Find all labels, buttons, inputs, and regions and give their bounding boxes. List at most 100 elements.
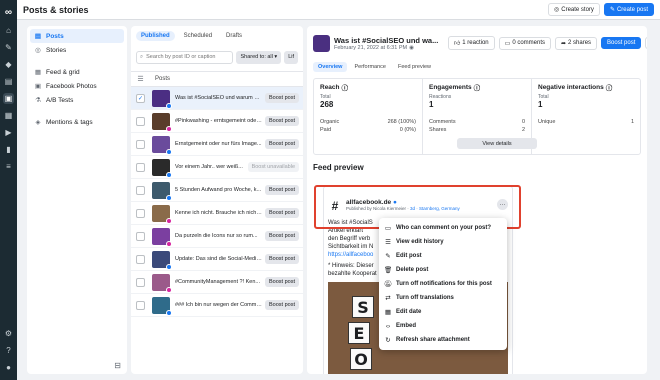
comments-button[interactable]: ▭ 0 comments xyxy=(498,36,551,50)
trash-icon: 🗑︎ xyxy=(384,267,393,274)
row-checkbox[interactable] xyxy=(136,116,145,126)
calendar-icon[interactable]: ▦ xyxy=(3,110,14,121)
sidebar-item-stories[interactable]: ◎ Stories xyxy=(30,43,124,57)
meta-logo-icon[interactable]: ∞ xyxy=(3,7,14,18)
tab-drafts[interactable]: Drafts xyxy=(221,31,247,41)
row-boost-button[interactable]: Boost post xyxy=(265,254,299,264)
sidebar-item-posts[interactable]: ▤ Posts xyxy=(30,29,124,43)
row-checkbox[interactable] xyxy=(136,139,145,149)
shared-to-filter[interactable]: Shared to: all ▾ xyxy=(236,50,282,64)
pencil-icon: ✎ xyxy=(609,7,615,13)
post-caption: #CommunityManagement ?! Ken... xyxy=(175,279,260,285)
table-row[interactable]: #Pinkwashing - erntsgemeint oder... Boost… xyxy=(131,110,303,133)
tab-overview[interactable]: Overview xyxy=(313,62,348,72)
story-icon: ◎ xyxy=(35,47,41,54)
sidebar: ▤ Posts ◎ Stories ▦ Feed & grid ▣ Facebook P… xyxy=(27,26,127,374)
shares-button[interactable]: ➦ 2 shares xyxy=(555,36,598,50)
sidebar-item-facebook-photos[interactable]: ▣ Facebook Photos xyxy=(30,79,124,93)
ads-icon[interactable]: ▶ xyxy=(3,127,14,138)
table-row[interactable]: Kenne ich nicht. Brauche ich nicht... Boo… xyxy=(131,202,303,225)
post-thumbnail xyxy=(152,296,172,316)
info-icon[interactable]: ⓘ xyxy=(474,82,481,92)
megaphone-icon[interactable]: ◆ xyxy=(3,59,14,70)
sidebar-item-feed-grid[interactable]: ▦ Feed & grid xyxy=(30,65,124,79)
info-icon[interactable]: ⓘ xyxy=(342,82,349,92)
row-boost-button[interactable]: Boost post xyxy=(265,116,299,126)
sidebar-item-ab-tests[interactable]: ⚗ A/B Tests xyxy=(30,93,124,107)
sidebar-item-mentions-tags[interactable]: ◈ Mentions & tags xyxy=(30,115,124,129)
account-icon[interactable]: ● xyxy=(3,362,14,373)
tab-published[interactable]: Published xyxy=(136,31,175,41)
row-checkbox[interactable] xyxy=(136,231,145,241)
menu-item-edit-post[interactable]: ✎ Edit post xyxy=(379,249,507,263)
home-icon[interactable]: ⌂ xyxy=(3,25,14,36)
table-row[interactable]: Update: Das sind die Social-Media... Boos… xyxy=(131,248,303,271)
menu-item-edit-date[interactable]: ▦ Edit date xyxy=(379,305,507,319)
create-post-button[interactable]: ✎ Create post xyxy=(603,3,654,16)
reactions-button[interactable]: 👍︎ 1 reaction xyxy=(448,36,495,50)
post-caption: #Pinkwashing - erntsgemeint oder... xyxy=(175,118,262,124)
view-details-button[interactable]: View details xyxy=(457,138,537,149)
menu-item-refresh-share-attachment[interactable]: ↻ Refresh share attachment xyxy=(379,333,507,347)
row-boost-button[interactable]: Boost post xyxy=(265,93,299,103)
row-checkbox[interactable]: ✓ xyxy=(136,93,145,103)
menu-item-who-can-comment[interactable]: ▭ Who can comment on your post? xyxy=(379,221,507,235)
info-icon[interactable]: ⓘ xyxy=(606,82,613,92)
search-box: ⌕ xyxy=(136,50,234,64)
menu-item-delete-post[interactable]: 🗑︎ Delete post xyxy=(379,263,507,277)
reach-card: Reach ⓘ Total 268 Organic 268 (100%) Paid 0… xyxy=(314,79,423,154)
table-row[interactable]: Ernstgemeint oder nur fürs Image... Boost… xyxy=(131,133,303,156)
facebook-icon xyxy=(166,148,172,155)
menu-item-embed[interactable]: ‹› Embed xyxy=(379,319,507,333)
row-boost-button[interactable]: Boost post xyxy=(265,139,299,149)
translate-icon: ⇄ xyxy=(385,295,391,302)
menu-icon[interactable]: ≡ xyxy=(3,161,14,172)
table-row[interactable]: ### Ich bin nur wegen der Commen... Boost… xyxy=(131,294,303,317)
table-row[interactable]: Vor einem Jahr.. wer weiß... Boost unavai… xyxy=(131,156,303,179)
more-options-icon[interactable]: ··· xyxy=(645,37,647,49)
row-boost-button[interactable]: Boost post xyxy=(265,277,299,287)
menu-item-turn-off-translations[interactable]: ⇄ Turn off translations xyxy=(379,291,507,305)
row-boost-button[interactable]: Boost post xyxy=(265,300,299,310)
facebook-icon xyxy=(166,171,172,178)
settings-icon[interactable]: ⚙ xyxy=(3,328,14,339)
table-row[interactable]: 5 Stunden Aufwand pro Woche, k... Boost p… xyxy=(131,179,303,202)
row-boost-button[interactable]: Boost post xyxy=(265,208,299,218)
insights-icon[interactable]: ▮ xyxy=(3,144,14,155)
tab-performance[interactable]: Performance xyxy=(349,62,391,72)
row-boost-button[interactable]: Boost post xyxy=(265,231,299,241)
boost-post-button[interactable]: Boost post xyxy=(601,37,642,49)
table-row[interactable]: ✓ Was ist #SocialSEO und warum br... Boost… xyxy=(131,87,303,110)
menu-item-turn-off-notifications[interactable]: 🔕︎ Turn off notifications for this post xyxy=(379,277,507,291)
row-checkbox[interactable] xyxy=(136,300,145,310)
menu-item-view-edit-history[interactable]: ☰ View edit history xyxy=(379,235,507,249)
help-icon[interactable]: ? xyxy=(3,345,14,356)
posts-icon[interactable]: ▣ xyxy=(3,93,14,104)
row-checkbox[interactable] xyxy=(136,208,145,218)
row-checkbox[interactable] xyxy=(136,162,145,172)
table-row[interactable]: Da purzeln die Icons nur so rum... Boost … xyxy=(131,225,303,248)
post-detail-title: Was ist #SocialSEO und wa... xyxy=(334,35,439,45)
lifetime-filter[interactable]: Lif xyxy=(284,50,298,64)
engagements-card: Engagements ⓘ Reactions 1 Comments 0 Share… xyxy=(423,79,537,154)
tab-scheduled[interactable]: Scheduled xyxy=(179,31,217,41)
post-thumbnail xyxy=(152,227,172,247)
table-row[interactable]: #CommunityManagement ?! Ken... Boost post xyxy=(131,271,303,294)
collapse-sidebar-icon[interactable]: ⊟ xyxy=(114,361,121,370)
post-thumbnail xyxy=(152,135,172,155)
facebook-icon xyxy=(166,263,172,270)
row-boost-button[interactable]: Boost post xyxy=(265,185,299,195)
post-caption: Kenne ich nicht. Brauche ich nicht... xyxy=(175,210,262,216)
tile-e: E xyxy=(348,322,370,344)
select-all-checkbox-icon[interactable]: ☰ xyxy=(136,74,145,84)
tab-feed-preview[interactable]: Feed preview xyxy=(393,62,436,72)
search-input[interactable] xyxy=(146,54,230,60)
row-checkbox[interactable] xyxy=(136,185,145,195)
row-checkbox[interactable] xyxy=(136,277,145,287)
row-checkbox[interactable] xyxy=(136,254,145,264)
inbox-icon[interactable]: ▤ xyxy=(3,76,14,87)
pin-icon[interactable]: ✎ xyxy=(3,42,14,53)
create-story-button[interactable]: ◎ Create story xyxy=(548,3,600,16)
tile-s: S xyxy=(352,296,374,318)
post-detail-header: Was ist #SocialSEO und wa... February 21… xyxy=(307,26,647,60)
